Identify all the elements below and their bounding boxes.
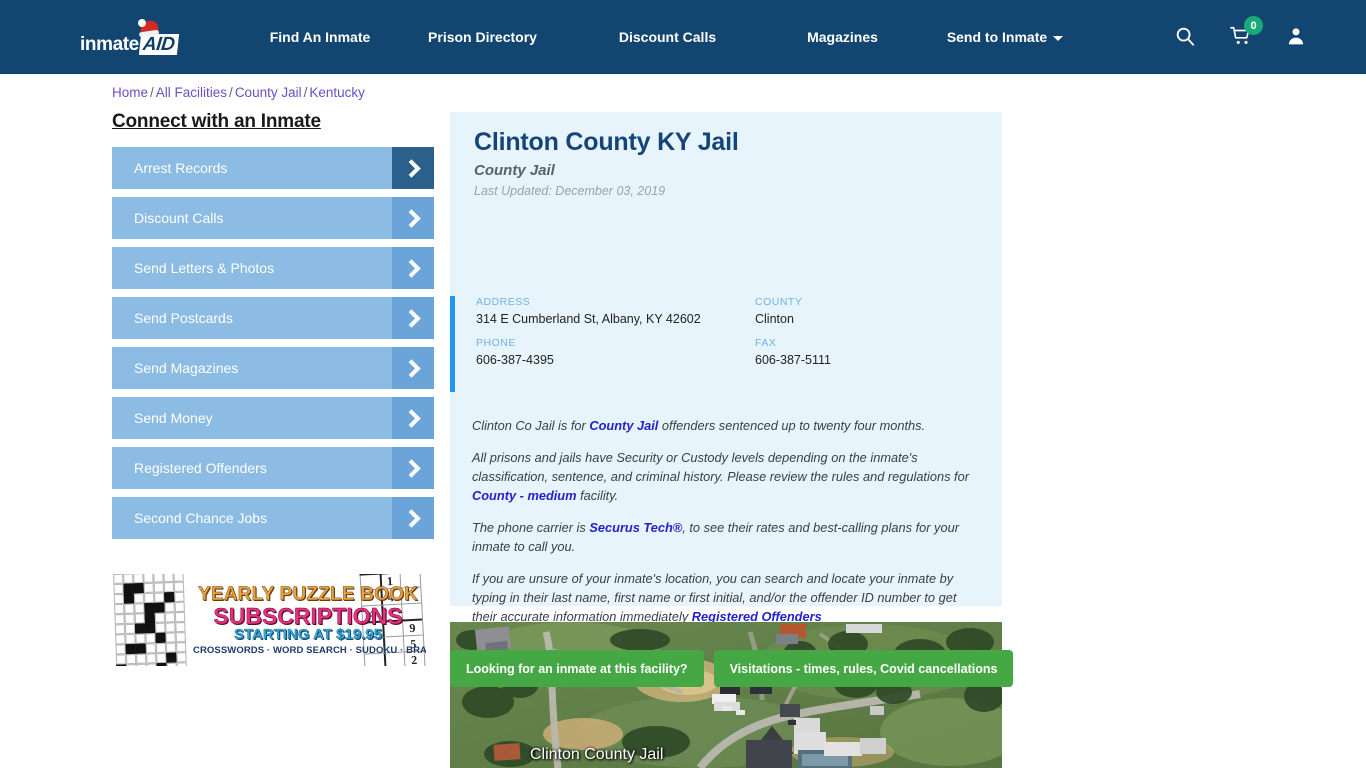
cart-icon[interactable]: 0: [1230, 16, 1263, 49]
santa-hat-icon: [138, 19, 162, 39]
accent-bar: [450, 296, 455, 392]
nav-item-find-an-inmate[interactable]: Find An Inmate: [270, 29, 371, 45]
cta-button-row: Looking for an inmate at this facility? …: [450, 650, 1014, 687]
address-group: ADDRESS 314 E Cumberland St, Albany, KY …: [476, 296, 701, 326]
description-paragraph-2: All prisons and jails have Security or C…: [472, 448, 984, 505]
inline-link-securus-tech[interactable]: Securus Tech®: [589, 520, 682, 535]
site-header: inmate AID Find An Inmate Prison Director…: [0, 0, 1366, 74]
chevron-right-icon: [392, 297, 434, 339]
address-label: ADDRESS: [476, 296, 531, 308]
county-group: COUNTY Clinton: [755, 296, 831, 326]
paragraph-text: The phone carrier is: [472, 520, 590, 535]
sidebar-item-label: Send Magazines: [134, 360, 239, 376]
sidebar-item-discount-calls[interactable]: Discount Calls: [112, 197, 434, 239]
header-icon-group: 0: [1174, 0, 1308, 74]
ad-categories-line: CROSSWORDS · WORD SEARCH · SUDOKU · BRAI…: [193, 645, 426, 656]
breadcrumb-separator: /: [229, 85, 233, 100]
chevron-right-icon: [392, 397, 434, 439]
county-label: COUNTY: [755, 296, 803, 308]
description-paragraph-3: The phone carrier is Securus Tech®, to s…: [472, 518, 984, 556]
facility-map[interactable]: Clinton County Jail: [450, 622, 1002, 768]
sidebar-item-label: Send Money: [134, 410, 213, 426]
facility-description: Clinton Co Jail is for County Jail offen…: [472, 416, 984, 639]
sidebar-item-registered-offenders[interactable]: Registered Offenders: [112, 447, 434, 489]
cart-count-badge: 0: [1244, 16, 1263, 35]
chevron-down-icon: [1053, 35, 1064, 41]
inline-link-county-jail[interactable]: County Jail: [589, 418, 658, 433]
nav-slot-4: Send to Inmate: [925, 29, 1085, 45]
breadcrumb-separator: /: [303, 85, 308, 100]
paragraph-text: facility.: [576, 488, 619, 503]
nav-item-magazines[interactable]: Magazines: [807, 29, 878, 45]
chevron-right-icon: [392, 447, 434, 489]
sidebar-item-label: Discount Calls: [134, 210, 224, 226]
search-icon[interactable]: [1174, 25, 1196, 49]
facility-info-panel: Clinton County KY Jail County Jail Last …: [450, 112, 1002, 624]
fax-group: FAX 606-387-5111: [755, 337, 831, 367]
phone-group: PHONE 606-387-4395: [476, 337, 701, 367]
sidebar-item-label: Send Letters & Photos: [134, 260, 275, 276]
nav-item-send-to-inmate-label: Send to Inmate: [946, 29, 1048, 45]
nav-item-prison-directory[interactable]: Prison Directory: [428, 29, 537, 45]
facility-type: County Jail: [474, 162, 555, 179]
breadcrumb-separator: /: [150, 85, 154, 100]
inline-link-county-medium[interactable]: County - medium: [472, 488, 577, 503]
sidebar-item-send-letters-photos[interactable]: Send Letters & Photos: [112, 247, 434, 289]
page-title: Clinton County KY Jail: [474, 128, 739, 156]
nav-slot-3: Magazines: [760, 29, 925, 45]
fax-value: 606-387-5111: [755, 353, 831, 367]
facility-contact-block: ADDRESS 314 E Cumberland St, Albany, KY …: [450, 296, 1002, 392]
sidebar-item-label: Send Postcards: [134, 310, 233, 326]
nav-slot-0: Find An Inmate: [250, 29, 390, 45]
paragraph-text: offenders sentenced up to twenty four mo…: [658, 418, 926, 433]
sidebar-title: Connect with an Inmate: [112, 111, 321, 132]
ad-price-line: STARTING AT $19.95: [233, 626, 383, 643]
logo-text-primary: inmate: [80, 34, 139, 55]
nav-item-send-to-inmate[interactable]: Send to Inmate: [946, 29, 1064, 45]
visitations-button[interactable]: Visitations - times, rules, Covid cancel…: [713, 650, 1014, 687]
nav-item-discount-calls[interactable]: Discount Calls: [619, 29, 716, 45]
chevron-right-icon: [392, 147, 434, 189]
phone-value: 606-387-4395: [476, 353, 554, 367]
county-value: Clinton: [755, 312, 794, 326]
site-logo[interactable]: inmate AID: [80, 19, 186, 55]
sidebar-item-label: Arrest Records: [134, 160, 228, 176]
main-navigation: Find An Inmate Prison Directory Discount…: [250, 0, 1085, 74]
sidebar-item-arrest-records[interactable]: Arrest Records: [112, 147, 434, 189]
address-value: 314 E Cumberland St, Albany, KY 42602: [476, 312, 701, 326]
breadcrumb-item-all-facilities[interactable]: All Facilities: [156, 85, 227, 100]
breadcrumb-item-home[interactable]: Home: [112, 85, 148, 100]
description-paragraph-1: Clinton Co Jail is for County Jail offen…: [472, 416, 984, 435]
breadcrumb-item-county-jail[interactable]: County Jail: [235, 85, 302, 100]
user-icon[interactable]: [1286, 25, 1308, 49]
contact-column-left: ADDRESS 314 E Cumberland St, Albany, KY …: [476, 296, 701, 378]
description-paragraph-4: If you are unsure of your inmate's locat…: [472, 569, 984, 626]
looking-for-inmate-button[interactable]: Looking for an inmate at this facility?: [450, 650, 704, 687]
contact-column-right: COUNTY Clinton FAX 606-387-5111: [755, 296, 831, 378]
paragraph-text: Clinton Co Jail is for: [472, 418, 590, 433]
crossword-grid-graphic: [113, 574, 197, 666]
sidebar-item-label: Second Chance Jobs: [134, 510, 268, 526]
breadcrumb-item-kentucky[interactable]: Kentucky: [309, 85, 365, 100]
chevron-right-icon: [392, 347, 434, 389]
sidebar-item-send-postcards[interactable]: Send Postcards: [112, 297, 434, 339]
breadcrumb: Home / All Facilities / County Jail / Kentucky: [112, 85, 365, 100]
nav-slot-2: Discount Calls: [575, 29, 760, 45]
sidebar-item-second-chance-jobs[interactable]: Second Chance Jobs: [112, 497, 434, 539]
map-location-label: Clinton County Jail: [530, 746, 664, 763]
puzzle-book-ad-banner[interactable]: 144952 YEARLY PUZZLE BOOK SUBSCRIPTIONS …: [113, 574, 426, 666]
chevron-right-icon: [392, 497, 434, 539]
paragraph-text: All prisons and jails have Security or C…: [472, 450, 969, 484]
sidebar-item-send-magazines[interactable]: Send Magazines: [112, 347, 434, 389]
page-body: Home / All Facilities / County Jail / Kentucky…: [0, 74, 1366, 768]
chevron-right-icon: [392, 247, 434, 289]
last-updated-text: Last Updated: December 03, 2019: [474, 184, 666, 198]
nav-slot-1: Prison Directory: [390, 29, 575, 45]
chevron-right-icon: [392, 197, 434, 239]
fax-label: FAX: [755, 337, 777, 349]
sidebar: Connect with an Inmate Arrest Records Di…: [112, 111, 434, 547]
phone-label: PHONE: [476, 337, 516, 349]
sidebar-item-send-money[interactable]: Send Money: [112, 397, 434, 439]
sidebar-item-label: Registered Offenders: [134, 460, 267, 476]
